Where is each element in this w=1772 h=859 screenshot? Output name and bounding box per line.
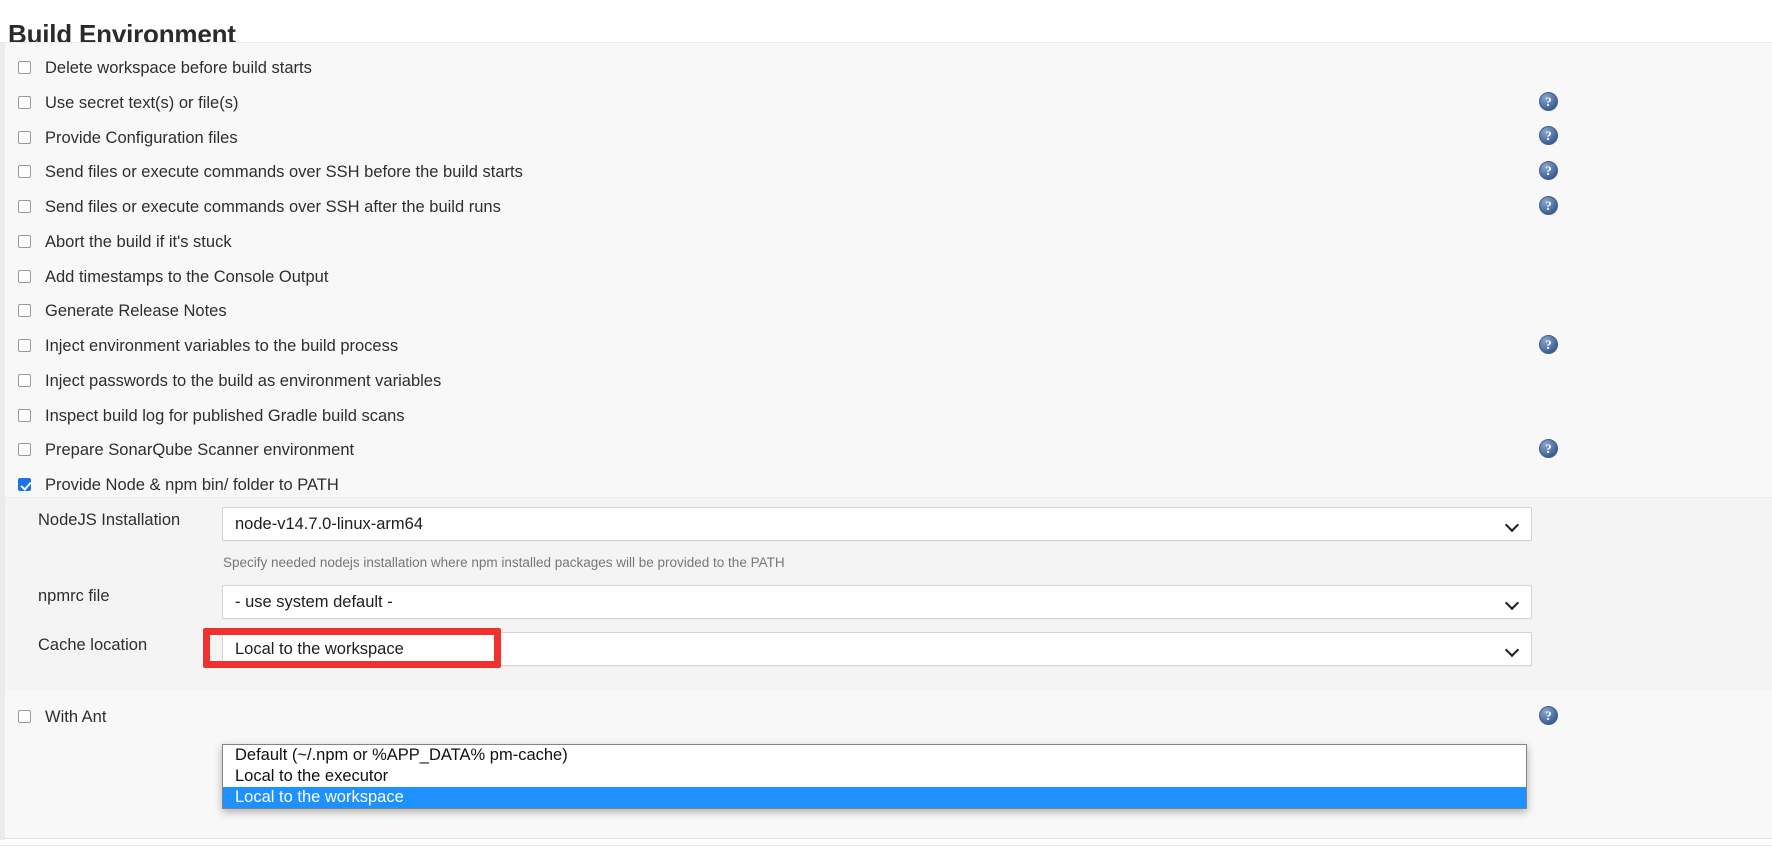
help-icon-inject-env-variables[interactable]: ? <box>1539 335 1558 354</box>
checkbox-label: Provide Node & npm bin/ folder to PATH <box>45 475 339 494</box>
help-icon-sonarqube-scanner[interactable]: ? <box>1539 439 1558 458</box>
checkbox-row-ssh-before-build[interactable]: Send files or execute commands over SSH … <box>18 158 523 185</box>
checkbox-label: Delete workspace before build starts <box>45 58 312 77</box>
cache-location-label: Cache location <box>38 636 148 654</box>
help-icon-provide-config-files[interactable]: ? <box>1539 126 1558 145</box>
chevron-down-icon <box>1506 643 1519 656</box>
checkbox-row-sonarqube-scanner[interactable]: Prepare SonarQube Scanner environment <box>18 436 354 463</box>
checkbox-label: Generate Release Notes <box>45 301 227 320</box>
checkbox-row-with-ant[interactable]: With Ant <box>18 703 106 730</box>
checkbox-row-inspect-gradle-scans[interactable]: Inspect build log for published Gradle b… <box>18 402 405 429</box>
checkbox-label: Inject environment variables to the buil… <box>45 336 399 355</box>
checkbox-use-secret-text[interactable] <box>18 96 31 109</box>
checkbox-row-provide-configuration-files[interactable]: Provide Configuration files <box>18 124 238 151</box>
help-icon-ssh-before-build[interactable]: ? <box>1539 161 1558 180</box>
checkbox-ssh-before-build[interactable] <box>18 165 31 178</box>
dropdown-option-default[interactable]: Default (~/.npm or %APP_DATA% pm-cache) <box>223 745 1526 766</box>
checkbox-ssh-after-build[interactable] <box>18 200 31 213</box>
checkbox-provide-configuration-files[interactable] <box>18 131 31 144</box>
cache-location-select[interactable]: Local to the workspace <box>222 632 1532 666</box>
help-icon-use-secret-text[interactable]: ? <box>1539 92 1558 111</box>
npmrc-file-select[interactable]: - use system default - <box>222 585 1532 619</box>
checkbox-label: Add timestamps to the Console Output <box>45 267 329 286</box>
build-environment-page: Build Environment Delete workspace befor… <box>0 0 1772 859</box>
nodejs-installation-description: Specify needed nodejs installation where… <box>223 555 785 570</box>
panel-left-gutter <box>0 43 5 840</box>
cache-location-dropdown-list[interactable]: Default (~/.npm or %APP_DATA% pm-cache) … <box>222 744 1527 809</box>
checkbox-sonarqube-scanner[interactable] <box>18 443 31 456</box>
npmrc-file-label: npmrc file <box>38 587 110 605</box>
checkbox-inject-passwords[interactable] <box>18 374 31 387</box>
checkbox-label: With Ant <box>45 707 107 726</box>
checkbox-row-provide-node-npm[interactable]: Provide Node & npm bin/ folder to PATH <box>18 471 339 498</box>
nodejs-installation-value: node-v14.7.0-linux-arm64 <box>235 514 424 533</box>
bottom-divider <box>0 845 1772 846</box>
checkbox-label: Send files or execute commands over SSH … <box>45 197 501 216</box>
checkbox-delete-workspace[interactable] <box>18 61 31 74</box>
checkbox-label: Prepare SonarQube Scanner environment <box>45 440 355 459</box>
nodejs-config-block: NodeJS Installation node-v14.7.0-linux-a… <box>5 497 1772 690</box>
checkbox-with-ant[interactable] <box>18 710 31 723</box>
checkbox-row-inject-env-variables[interactable]: Inject environment variables to the buil… <box>18 332 398 359</box>
checkbox-inspect-gradle-scans[interactable] <box>18 409 31 422</box>
checkbox-row-abort-stuck-build[interactable]: Abort the build if it's stuck <box>18 228 232 255</box>
checkbox-row-delete-workspace[interactable]: Delete workspace before build starts <box>18 54 312 81</box>
checkbox-row-add-timestamps[interactable]: Add timestamps to the Console Output <box>18 263 328 290</box>
checkbox-label: Send files or execute commands over SSH … <box>45 162 523 181</box>
checkbox-label: Provide Configuration files <box>45 128 238 147</box>
dropdown-option-local-to-executor[interactable]: Local to the executor <box>223 766 1526 787</box>
cache-location-value: Local to the workspace <box>235 639 404 658</box>
checkbox-row-inject-passwords[interactable]: Inject passwords to the build as environ… <box>18 367 441 394</box>
checkbox-label: Use secret text(s) or file(s) <box>45 93 239 112</box>
checkbox-label: Abort the build if it's stuck <box>45 232 232 251</box>
checkbox-label: Inspect build log for published Gradle b… <box>45 406 405 425</box>
checkbox-row-use-secret-text[interactable]: Use secret text(s) or file(s) <box>18 89 238 116</box>
nodejs-installation-select[interactable]: node-v14.7.0-linux-arm64 <box>222 507 1532 541</box>
checkbox-abort-stuck-build[interactable] <box>18 235 31 248</box>
help-icon-with-ant[interactable]: ? <box>1539 706 1558 725</box>
chevron-down-icon <box>1506 596 1519 609</box>
checkbox-provide-node-npm[interactable] <box>18 478 31 491</box>
nodejs-installation-label: NodeJS Installation <box>38 511 181 529</box>
dropdown-option-local-to-workspace[interactable]: Local to the workspace <box>223 787 1526 808</box>
checkbox-inject-env-variables[interactable] <box>18 339 31 352</box>
npmrc-file-value: - use system default - <box>235 592 393 611</box>
checkbox-label: Inject passwords to the build as environ… <box>45 371 442 390</box>
help-icon-ssh-after-build[interactable]: ? <box>1539 196 1558 215</box>
checkbox-row-generate-release-notes[interactable]: Generate Release Notes <box>18 297 227 324</box>
checkbox-row-ssh-after-build[interactable]: Send files or execute commands over SSH … <box>18 193 501 220</box>
checkbox-generate-release-notes[interactable] <box>18 304 31 317</box>
chevron-down-icon <box>1506 518 1519 531</box>
checkbox-add-timestamps[interactable] <box>18 270 31 283</box>
